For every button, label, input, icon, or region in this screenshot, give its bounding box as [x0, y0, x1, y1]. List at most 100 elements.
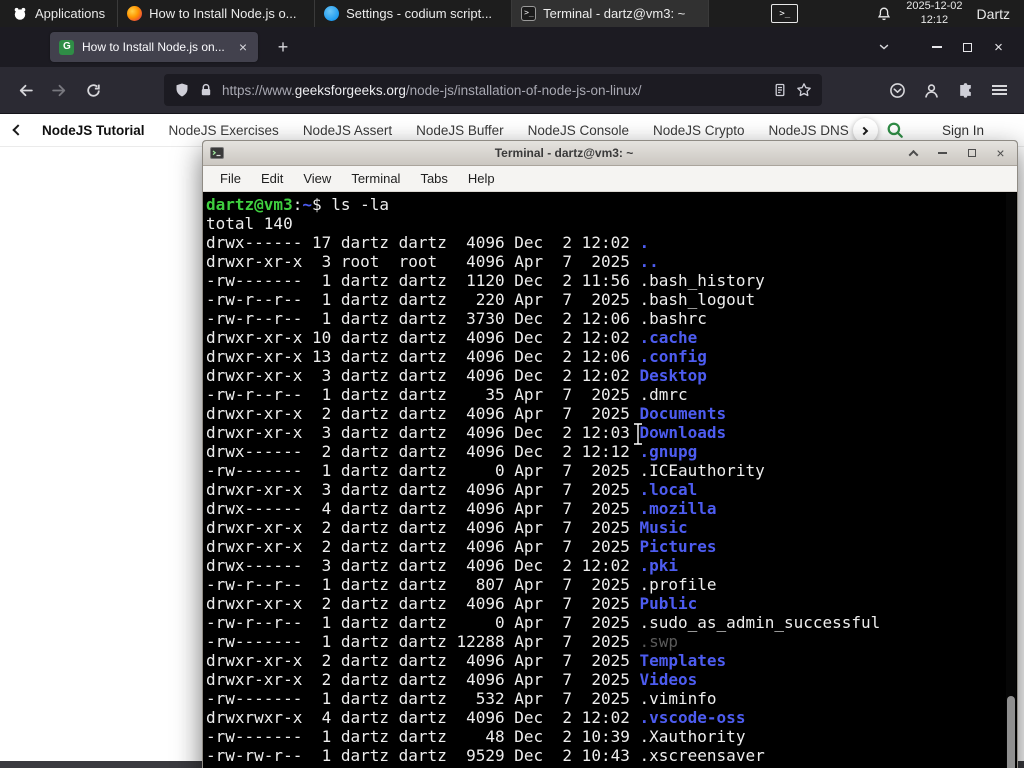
terminal-close-button[interactable]: × [990, 143, 1011, 163]
nav-link[interactable]: NodeJS Tutorial [42, 123, 145, 138]
prompt-user-host: dartz@vm3 [206, 195, 293, 214]
nav-link[interactable]: NodeJS DNS [769, 123, 849, 138]
terminal-listing-line: drwx------ 17 dartz dartz 4096 Dec 2 12:… [206, 233, 1016, 252]
file-meta: -rw------- 1 dartz dartz 0 Apr 7 2025 [206, 461, 640, 480]
terminal-minimize-button[interactable] [932, 143, 953, 163]
terminal-listing-line: drwxr-xr-x 3 dartz dartz 4096 Dec 2 12:0… [206, 366, 1016, 385]
url-path: /node-js/installation-of-node-js-on-linu… [405, 82, 642, 98]
nav-link[interactable]: NodeJS Crypto [653, 123, 745, 138]
file-meta: -rw------- 1 dartz dartz 12288 Apr 7 202… [206, 632, 640, 651]
back-button[interactable] [8, 74, 42, 106]
file-name: .local [639, 480, 698, 499]
file-name: .swp [639, 632, 679, 651]
file-name: .bash_history [639, 271, 765, 290]
terminal-menubar: File Edit View Terminal Tabs Help [203, 166, 1017, 192]
terminal-screen[interactable]: dartz@vm3:~$ ls -la total 140 drwx------ 1… [204, 193, 1016, 768]
reader-mode-icon[interactable] [772, 82, 788, 98]
taskbar-button[interactable]: How to Install Node.js o... [118, 0, 316, 27]
terminal-listing-line: -rw-r--r-- 1 dartz dartz 35 Apr 7 2025 .… [206, 385, 1016, 404]
terminal-app-icon [210, 147, 224, 159]
bookmark-star-icon[interactable] [796, 82, 812, 98]
gfg-favicon [59, 39, 74, 55]
terminal-icon [521, 6, 537, 21]
clock[interactable]: 2025-12-02 12:12 [906, 0, 962, 26]
terminal-listing-line: drwxr-xr-x 3 dartz dartz 4096 Apr 7 2025… [206, 480, 1016, 499]
sign-in-link[interactable]: Sign In [942, 123, 984, 138]
terminal-listing-line: drwxr-xr-x 3 dartz dartz 4096 Dec 2 12:0… [206, 423, 1016, 442]
terminal-maximize-button[interactable] [961, 143, 982, 163]
reload-button[interactable] [76, 74, 110, 106]
forward-button[interactable] [42, 74, 76, 106]
terminal-scrollbar[interactable] [1006, 193, 1016, 768]
scrollbar-thumb[interactable] [1007, 696, 1015, 768]
file-meta: drwxr-xr-x 3 root root 4096 Apr 7 2025 [206, 252, 640, 271]
taskbar: How to Install Node.js o... Settings - co… [117, 0, 710, 27]
file-meta: drwxr-xr-x 3 dartz dartz 4096 Apr 7 2025 [206, 480, 640, 499]
account-icon[interactable] [914, 74, 948, 106]
search-icon[interactable] [886, 121, 904, 139]
tab-strip: How to Install Node.js on... × + × [0, 27, 1024, 67]
mouse-cursor-ibeam [634, 422, 642, 446]
file-meta: -rw-r--r-- 1 dartz dartz 220 Apr 7 2025 [206, 290, 640, 309]
taskbar-button[interactable]: Terminal - dartz@vm3: ~ [512, 0, 710, 27]
file-name: . [639, 233, 650, 252]
prompt-symbol: $ [311, 195, 332, 214]
applications-menu-button[interactable]: Applications [0, 0, 117, 27]
taskbar-button[interactable]: Settings - codium script... [315, 0, 513, 27]
tray-terminal-icon[interactable]: >_ [771, 4, 799, 23]
session-user-label[interactable]: Dartz [977, 6, 1014, 22]
desktop: Applications How to Install Node.js o...… [0, 0, 1024, 768]
file-meta: -rw-r--r-- 1 dartz dartz 0 Apr 7 2025 [206, 613, 640, 632]
window-minimize-button[interactable] [921, 34, 952, 60]
menu-help[interactable]: Help [459, 169, 504, 188]
window-close-button[interactable]: × [983, 34, 1014, 60]
nav-link[interactable]: NodeJS Console [528, 123, 629, 138]
file-meta: -rw-r--r-- 1 dartz dartz 35 Apr 7 2025 [206, 385, 640, 404]
url-text[interactable]: https://www.geeksforgeeks.org/node-js/in… [222, 83, 764, 98]
menu-tabs[interactable]: Tabs [411, 169, 456, 188]
terminal-listing-line: drwx------ 4 dartz dartz 4096 Apr 7 2025… [206, 499, 1016, 518]
terminal-listing-line: -rw-r--r-- 1 dartz dartz 220 Apr 7 2025 … [206, 290, 1016, 309]
file-meta: -rw------- 1 dartz dartz 532 Apr 7 2025 [206, 689, 640, 708]
file-name: .dmrc [639, 385, 688, 404]
file-name: Templates [639, 651, 727, 670]
pocket-icon[interactable] [880, 74, 914, 106]
nav-links: NodeJS Tutorial NodeJS Exercises NodeJS As… [42, 123, 866, 138]
menu-view[interactable]: View [294, 169, 340, 188]
nav-scroll-left-icon[interactable] [12, 124, 24, 136]
terminal-shade-button[interactable] [903, 143, 924, 163]
nav-link[interactable]: NodeJS Exercises [169, 123, 279, 138]
file-meta: drwx------ 4 dartz dartz 4096 Apr 7 2025 [206, 499, 640, 518]
https-padlock-icon[interactable] [198, 82, 214, 98]
nav-link[interactable]: NodeJS Assert [303, 123, 392, 138]
menu-terminal[interactable]: Terminal [342, 169, 409, 188]
list-tabs-chevron-icon[interactable] [877, 40, 891, 54]
terminal-listing-line: drwxrwxr-x 4 dartz dartz 4096 Dec 2 12:0… [206, 708, 1016, 727]
terminal-listing-line: -rw------- 1 dartz dartz 12288 Apr 7 202… [206, 632, 1016, 651]
menu-edit[interactable]: Edit [252, 169, 292, 188]
tracking-protection-shield-icon[interactable] [174, 82, 190, 98]
file-name: .config [639, 347, 707, 366]
navigation-toolbar: https://www.geeksforgeeks.org/node-js/in… [0, 67, 1024, 114]
window-maximize-button[interactable] [952, 34, 983, 60]
file-meta: drwxr-xr-x 2 dartz dartz 4096 Apr 7 2025 [206, 537, 640, 556]
tab-close-icon[interactable]: × [237, 39, 249, 55]
nav-link[interactable]: NodeJS Buffer [416, 123, 504, 138]
extensions-icon[interactable] [948, 74, 982, 106]
new-tab-button[interactable]: + [270, 37, 296, 58]
file-name: .Xauthority [639, 727, 746, 746]
terminal-glyph: >_ [779, 8, 791, 19]
url-bar[interactable]: https://www.geeksforgeeks.org/node-js/in… [164, 74, 822, 106]
clock-date: 2025-12-02 [906, 0, 963, 13]
file-meta: drwxr-xr-x 2 dartz dartz 4096 Apr 7 2025 [206, 404, 640, 423]
menu-button[interactable] [982, 74, 1016, 106]
terminal-listing-line: drwxr-xr-x 2 dartz dartz 4096 Apr 7 2025… [206, 594, 1016, 613]
notifications-bell-icon[interactable] [876, 6, 892, 22]
file-name: Downloads [639, 423, 727, 442]
browser-tab-active[interactable]: How to Install Node.js on... × [50, 32, 258, 62]
terminal-titlebar[interactable]: Terminal - dartz@vm3: ~ × [203, 141, 1017, 166]
file-name: Videos [639, 670, 698, 689]
menu-file[interactable]: File [211, 169, 250, 188]
terminal-listing-line: -rw-r--r-- 1 dartz dartz 3730 Dec 2 12:0… [206, 309, 1016, 328]
system-bar: Applications How to Install Node.js o...… [0, 0, 1024, 27]
